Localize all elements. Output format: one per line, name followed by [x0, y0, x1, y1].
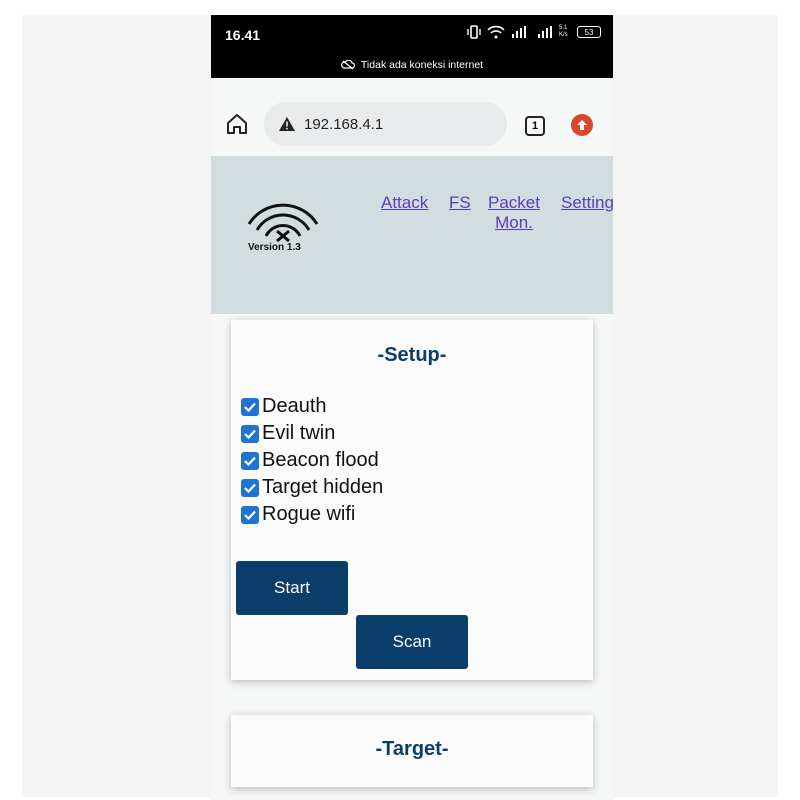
- target-card: -Target-: [231, 715, 593, 787]
- battery-icon: 53: [577, 26, 601, 38]
- nav-packet-line1: Packet: [488, 193, 540, 212]
- network-notice-text: Tidak ada koneksi internet: [360, 59, 484, 71]
- warning-icon[interactable]: [278, 116, 296, 132]
- deauth-checkbox[interactable]: [241, 397, 259, 416]
- network-speed: 5.1 K/s: [559, 25, 568, 38]
- option-beacon-flood[interactable]: Beacon flood: [241, 449, 379, 472]
- checkmark-icon: [244, 456, 256, 466]
- checkmark-icon: [244, 402, 256, 412]
- system-icons: 5.1 K/s 53: [467, 25, 601, 39]
- setup-card: -Setup- Deauth Evil twin Beacon flood Ta…: [231, 320, 593, 680]
- rogue-wifi-checkbox[interactable]: [241, 505, 259, 524]
- status-bar: 16.41 5.1 K/s 53 Tidak ada koneksi inter…: [211, 15, 613, 78]
- option-target-hidden[interactable]: Target hidden: [241, 476, 383, 499]
- version-label: Version 1.3: [248, 242, 301, 253]
- browser-toolbar: 192.168.4.1 1: [211, 78, 613, 156]
- cloud-off-icon: [340, 60, 355, 70]
- phone-screen: 16.41 5.1 K/s 53 Tidak ada koneksi inter…: [211, 15, 613, 800]
- checkmark-icon: [244, 429, 256, 439]
- checkmark-icon: [244, 510, 256, 520]
- nav-settings[interactable]: Setting: [561, 193, 613, 213]
- evil-twin-checkbox[interactable]: [241, 424, 259, 443]
- battery-level: 53: [584, 27, 594, 37]
- option-label: Deauth: [262, 395, 327, 417]
- start-button[interactable]: Start: [236, 561, 348, 615]
- target-hidden-checkbox[interactable]: [241, 478, 259, 497]
- signal-icon-2: [538, 26, 552, 38]
- option-evil-twin[interactable]: Evil twin: [241, 422, 335, 445]
- beacon-flood-checkbox[interactable]: [241, 451, 259, 470]
- nav-fs[interactable]: FS: [449, 193, 471, 213]
- option-deauth[interactable]: Deauth: [241, 395, 327, 418]
- tab-count: 1: [531, 120, 539, 132]
- page-header: Version 1.3 Attack FS Packet Mon. Settin…: [211, 156, 613, 314]
- vibrate-icon: [467, 25, 481, 39]
- scan-button[interactable]: Scan: [356, 615, 468, 669]
- target-title: -Target-: [375, 738, 449, 760]
- nav-packet-line2: Mon.: [495, 213, 533, 232]
- nav-attack[interactable]: Attack: [381, 193, 428, 213]
- setup-title: -Setup-: [377, 344, 447, 366]
- option-rogue-wifi[interactable]: Rogue wifi: [241, 503, 355, 526]
- url-text[interactable]: 192.168.4.1: [304, 116, 383, 133]
- update-button[interactable]: [571, 114, 593, 136]
- checkmark-icon: [244, 483, 256, 493]
- wifi-icon: [487, 25, 505, 39]
- option-label: Target hidden: [262, 476, 384, 498]
- option-label: Rogue wifi: [262, 503, 356, 525]
- option-label: Evil twin: [262, 422, 336, 444]
- option-label: Beacon flood: [262, 449, 379, 471]
- address-bar[interactable]: 192.168.4.1: [264, 102, 507, 146]
- home-icon[interactable]: [225, 112, 249, 136]
- tab-switcher-button[interactable]: 1: [525, 116, 545, 136]
- network-notice: Tidak ada koneksi internet: [211, 59, 613, 71]
- signal-icon: [512, 26, 526, 38]
- clock: 16.41: [225, 27, 261, 43]
- arrow-up-icon: [577, 120, 587, 130]
- nav-packet-monitor[interactable]: Packet Mon.: [488, 193, 540, 233]
